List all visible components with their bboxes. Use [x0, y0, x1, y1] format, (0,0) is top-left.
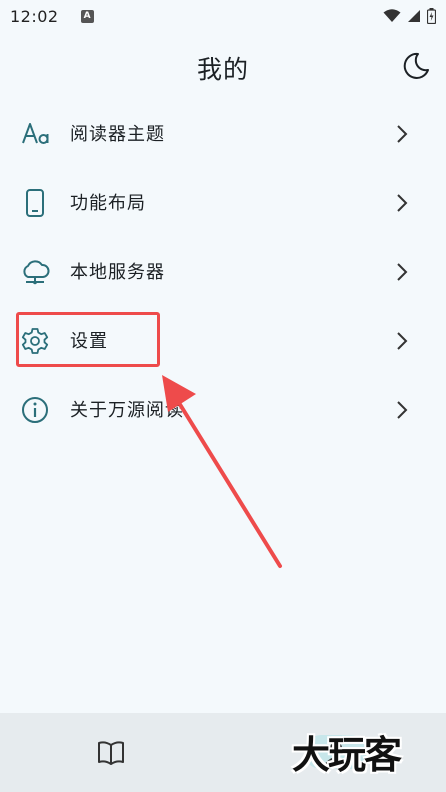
battery-icon: [427, 8, 436, 24]
page-title: 我的: [196, 55, 249, 84]
menu-item-label: 阅读器主题: [70, 124, 165, 145]
chevron-right-icon: [397, 263, 408, 281]
menu-item-local-server[interactable]: 本地服务器: [0, 242, 446, 302]
app-notification-icon: A: [80, 9, 94, 23]
header: 我的: [0, 44, 446, 90]
moon-icon: [403, 52, 429, 79]
menu-item-label: 本地服务器: [70, 262, 165, 283]
nav-bookshelf-button[interactable]: [95, 739, 127, 767]
annotation-highlight-box: [16, 312, 160, 367]
wifi-icon: [383, 9, 401, 22]
menu-item-label: 功能布局: [70, 193, 146, 214]
menu-item-label: 关于万源阅读: [70, 400, 184, 421]
phone-icon: [26, 189, 44, 217]
status-time: 12:02: [10, 6, 59, 26]
book-icon: [98, 741, 124, 765]
font-aa-icon: [22, 123, 49, 144]
status-left: 12:02 A: [10, 7, 94, 26]
status-bar: 12:02 A: [0, 0, 446, 32]
info-icon: [22, 397, 48, 423]
menu-item-reader-theme[interactable]: 阅读器主题: [0, 104, 446, 164]
chevron-right-icon: [397, 125, 408, 143]
chevron-right-icon: [397, 194, 408, 212]
cloud-server-icon: [23, 260, 50, 285]
chevron-right-icon: [397, 332, 408, 350]
watermark-logo: 大玩客: [292, 732, 402, 777]
chevron-right-icon: [397, 401, 408, 419]
menu-item-about[interactable]: 关于万源阅读: [0, 380, 446, 440]
theme-toggle-button[interactable]: [400, 50, 432, 82]
status-right: [383, 8, 436, 24]
signal-icon: [408, 10, 420, 22]
menu-item-function-layout[interactable]: 功能布局: [0, 173, 446, 233]
